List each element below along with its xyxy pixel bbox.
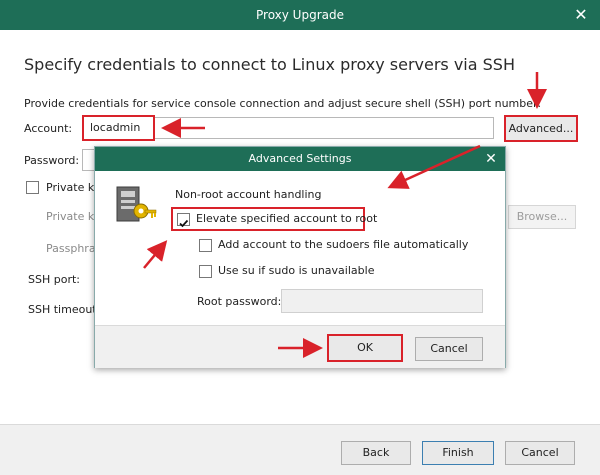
arrow-to-dialog [387, 144, 481, 189]
annotation-arrows [143, 72, 547, 358]
arrow-to-elevate [143, 240, 168, 269]
